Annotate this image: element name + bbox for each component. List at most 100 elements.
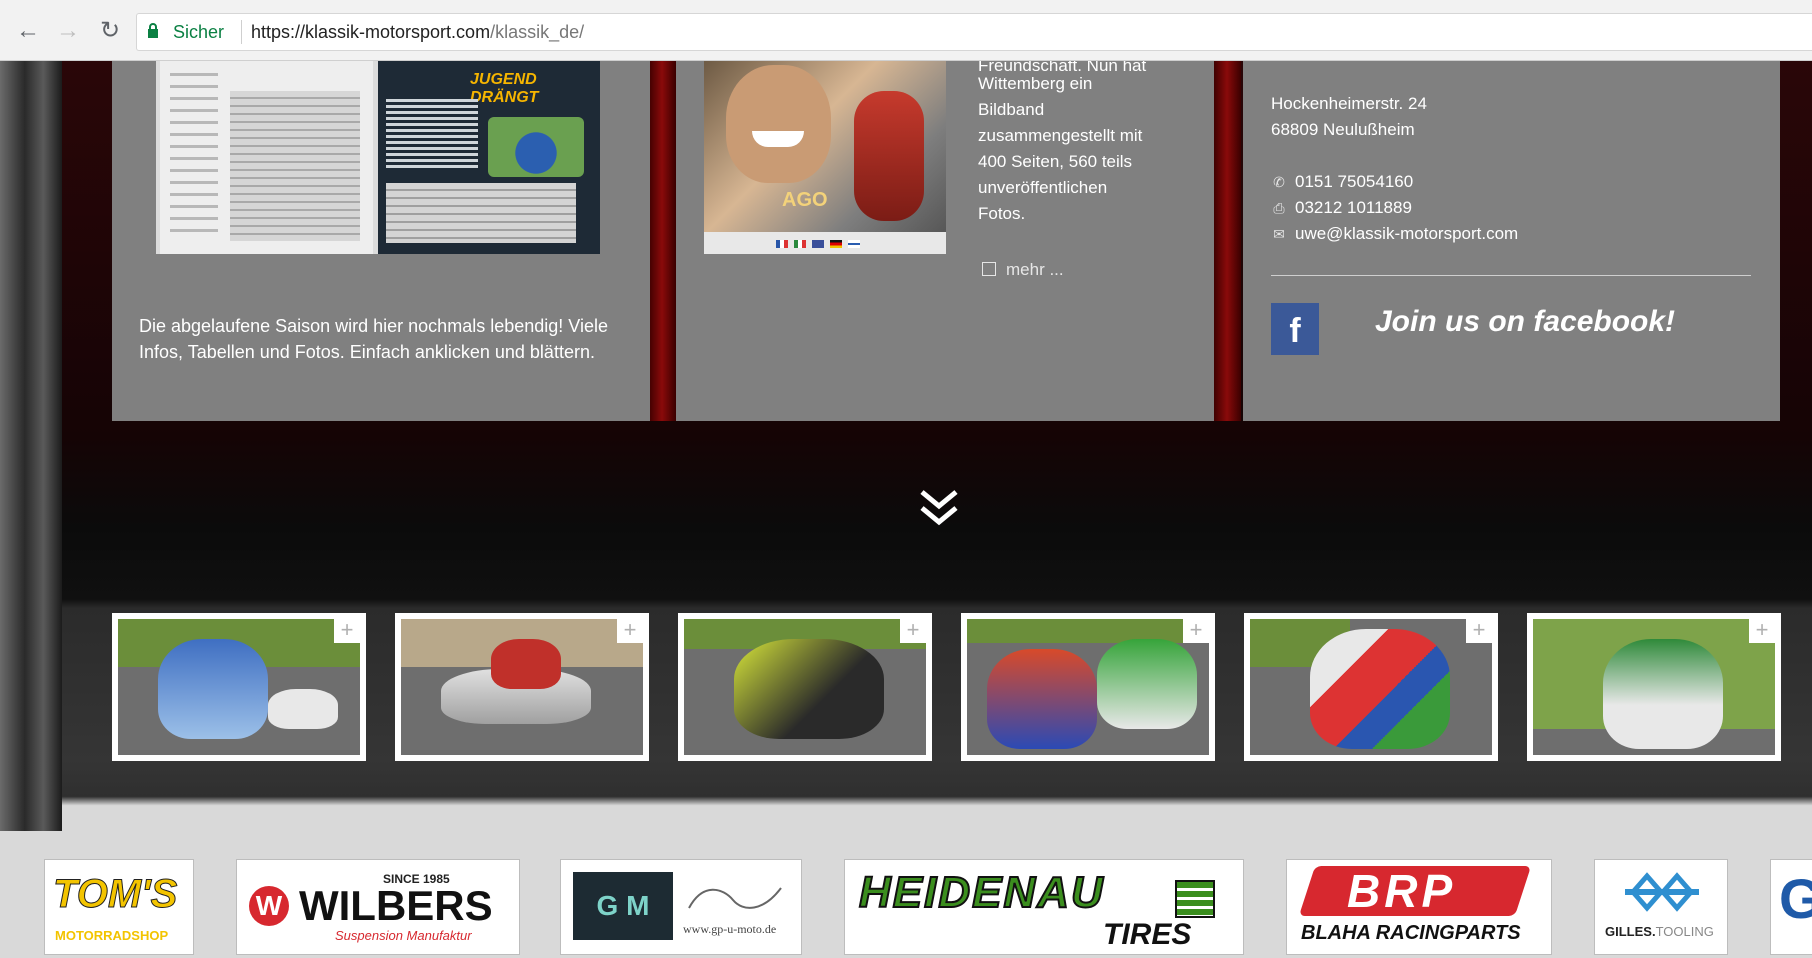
rider	[491, 639, 561, 689]
rider	[734, 639, 884, 739]
gpu-track-icon	[688, 887, 782, 909]
heidenau-name: HEIDENAU	[858, 867, 1105, 918]
text-line	[170, 85, 218, 88]
reload-icon[interactable]: ↻	[96, 17, 124, 45]
red-glow-divider	[1213, 61, 1241, 421]
lock-icon	[148, 23, 158, 38]
gilles-name: GILLES.TOOLING	[1605, 924, 1714, 939]
gallery-item[interactable]: +	[112, 613, 366, 761]
season-description: Die abgelaufene Saison wird hier nochmal…	[139, 316, 608, 362]
book-card: AGO Freundschaft. Nun hat Wittemberg ein…	[676, 61, 1214, 421]
gpu-name: G M	[573, 872, 673, 940]
text-line	[170, 181, 218, 184]
fax-row: ⎙ 03212 1011889	[1271, 195, 1412, 221]
more-link[interactable]: mehr ...	[982, 260, 1064, 280]
flag-icon[interactable]	[776, 240, 788, 248]
description-line: zusammengestellt mit	[978, 126, 1143, 145]
facebook-icon[interactable]: f	[1271, 303, 1319, 355]
text-line	[170, 133, 218, 136]
partial-logo-letter: G	[1779, 866, 1812, 931]
flag-icon[interactable]	[848, 240, 860, 248]
divider	[1271, 275, 1751, 276]
double-chevron-down-icon[interactable]	[918, 486, 960, 530]
description-line: unveröffentlichen	[978, 178, 1108, 197]
gallery-item[interactable]: +	[1244, 613, 1498, 761]
brp-sub: BLAHA RACINGPARTS	[1301, 922, 1521, 944]
flag-icon[interactable]	[830, 240, 842, 248]
url-path: /klassik_de/	[490, 22, 585, 42]
magazine-heading: JUGEND DRÄNGT	[470, 71, 539, 106]
more-label: mehr ...	[1006, 260, 1064, 279]
text-line	[170, 157, 218, 160]
partner-brp[interactable]: BRP BLAHA RACINGPARTS	[1286, 859, 1552, 955]
gallery-item[interactable]: +	[1527, 613, 1781, 761]
partner-wilbers[interactable]: W SINCE 1985 WILBERS Suspension Manufakt…	[236, 859, 520, 955]
partner-heidenau[interactable]: HEIDENAU TIRES	[844, 859, 1244, 955]
rider-face	[726, 65, 831, 183]
expand-icon[interactable]: +	[900, 619, 926, 643]
description-cut-line: Freundschaft. Nun hat	[978, 61, 1147, 71]
expand-icon[interactable]: +	[334, 619, 360, 643]
gallery-photo	[1250, 619, 1492, 755]
wilbers-logo-icon: W	[249, 886, 289, 926]
toms-name: TOM'S	[52, 872, 178, 917]
partner-logos: TOM'S MOTORRADSHOP W SINCE 1985 WILBERS …	[0, 831, 1812, 958]
book-cover-photo[interactable]: AGO	[704, 61, 946, 254]
partner-partial[interactable]: G	[1770, 859, 1812, 955]
expand-icon[interactable]: +	[1466, 619, 1492, 643]
text-line	[170, 145, 218, 148]
season-review-card: JUGEND DRÄNGT Die abgelaufene Saison wir…	[112, 61, 650, 421]
racing-bike	[854, 91, 924, 221]
wilbers-sub: Suspension Manufaktur	[335, 928, 472, 943]
magazine-thumbnail[interactable]: JUGEND DRÄNGT	[156, 61, 600, 254]
heidenau-logo-icon	[1175, 880, 1215, 918]
magazine-bike-photo	[488, 117, 584, 177]
description-line: Bildband	[978, 100, 1045, 119]
text-line	[170, 193, 218, 196]
text-line	[170, 97, 218, 100]
red-glow-divider	[648, 61, 676, 421]
partner-toms[interactable]: TOM'S MOTORRADSHOP	[44, 859, 194, 955]
expand-icon[interactable]: +	[1749, 619, 1775, 643]
heidenau-sub: TIRES	[1103, 918, 1192, 951]
text-line	[170, 217, 218, 220]
address-separator	[241, 20, 242, 44]
facebook-link[interactable]: Join us on facebook!	[1375, 305, 1675, 339]
description-line: 400 Seiten, 560 teils	[978, 152, 1133, 171]
fax-icon: ⎙	[1273, 200, 1285, 216]
rider	[1097, 639, 1197, 729]
gpu-url: www.gp-u-moto.de	[683, 922, 777, 936]
flag-icon[interactable]	[794, 240, 806, 248]
url-text[interactable]: https://klassik-motorsport.com/klassik_d…	[251, 22, 584, 43]
expand-icon[interactable]: +	[617, 619, 643, 643]
magazine-text	[386, 99, 478, 169]
expand-icon[interactable]: +	[1183, 619, 1209, 643]
partner-gp-u-moto[interactable]: G M www.gp-u-moto.de	[560, 859, 802, 955]
description-line: Wittemberg ein	[978, 74, 1093, 93]
description-line: Fotos.	[978, 204, 1026, 223]
address-city: 68809 Neulußheim	[1271, 120, 1415, 139]
gallery-photo	[401, 619, 643, 755]
page-content: JUGEND DRÄNGT Die abgelaufene Saison wir…	[0, 61, 1812, 958]
forward-arrow-icon[interactable]: →	[54, 17, 82, 45]
gallery-photo	[1533, 619, 1775, 755]
language-flags	[704, 232, 946, 254]
text-line	[170, 229, 218, 232]
phone-number: 0151 75054160	[1295, 172, 1414, 191]
email-row[interactable]: ✉ uwe@klassik-motorsport.com	[1271, 221, 1518, 247]
book-description: Freundschaft. Nun hat Wittemberg ein Bil…	[978, 61, 1178, 227]
back-arrow-icon[interactable]: ←	[14, 17, 42, 45]
address-street: Hockenheimerstr. 24	[1271, 94, 1427, 113]
sidecar	[268, 689, 338, 729]
gallery-item[interactable]: +	[961, 613, 1215, 761]
gilles-name-light: TOOLING	[1655, 924, 1714, 939]
partner-gilles[interactable]: GILLES.TOOLING	[1594, 859, 1728, 955]
flag-icon[interactable]	[812, 240, 824, 248]
gallery-item[interactable]: +	[678, 613, 932, 761]
gilles-name-bold: GILLES.	[1605, 924, 1656, 939]
gallery-photo	[118, 619, 360, 755]
sidecar-rider	[158, 639, 268, 739]
address-bar[interactable]: Sicher https://klassik-motorsport.com/kl…	[136, 13, 1812, 51]
gallery-item[interactable]: +	[395, 613, 649, 761]
phone-row[interactable]: ✆ 0151 75054160	[1271, 169, 1413, 195]
